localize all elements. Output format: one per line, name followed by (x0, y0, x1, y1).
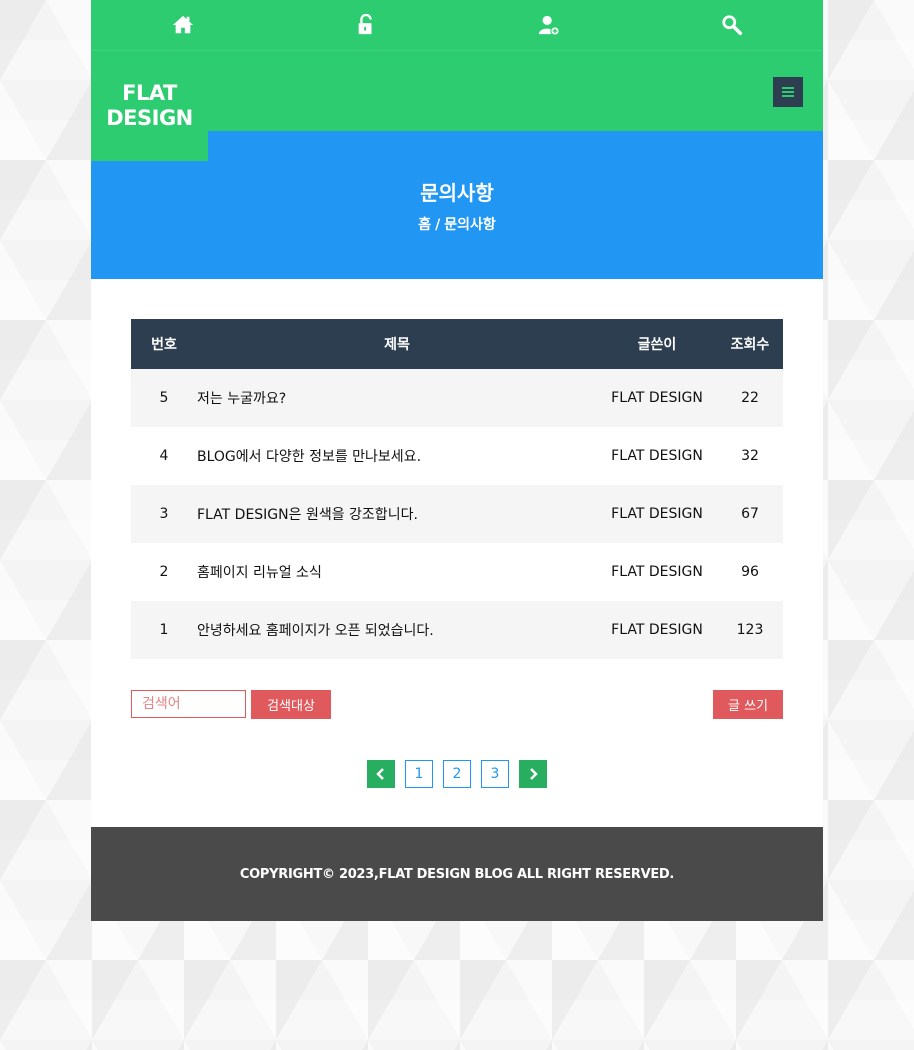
user-add-icon (538, 15, 560, 36)
nav-search-button[interactable] (640, 0, 823, 50)
logo-line-1: FLAT (122, 81, 177, 105)
row-writer: FLAT DESIGN (597, 601, 717, 659)
page-container: FLAT DESIGN 문의사항 홈/문의사항 번호 제목 글쓴이 조회수 (91, 0, 823, 921)
page-title: 문의사항 (420, 181, 494, 205)
row-no: 1 (131, 601, 197, 659)
row-title-link[interactable]: BLOG에서 다양한 정보를 만나보세요. (197, 427, 597, 485)
search-bar: 검색대상 글 쓰기 (131, 690, 783, 720)
row-no: 3 (131, 485, 197, 543)
row-title-link[interactable]: FLAT DESIGN은 원색을 강조합니다. (197, 485, 597, 543)
row-writer: FLAT DESIGN (611, 564, 703, 580)
breadcrumb-home[interactable]: 홈 (418, 217, 431, 233)
header-title: 제목 (197, 319, 597, 369)
row-no: 5 (131, 369, 197, 427)
chevron-left-icon (376, 768, 384, 780)
unlock-icon (358, 14, 372, 35)
table-row: 2 홈페이지 리뉴얼 소식 FLAT DESIGN 96 (131, 543, 783, 601)
write-post-button[interactable]: 글 쓰기 (713, 690, 783, 719)
menu-toggle-button[interactable] (773, 77, 803, 107)
site-logo[interactable]: FLAT DESIGN (91, 51, 208, 161)
row-no: 2 (159, 564, 169, 580)
search-target-button[interactable]: 검색대상 (251, 690, 331, 719)
nav-login-button[interactable] (274, 0, 457, 50)
row-no: 4 (159, 448, 169, 464)
row-writer: FLAT DESIGN (597, 485, 717, 543)
row-writer: FLAT DESIGN (597, 369, 717, 427)
hamburger-menu-icon (782, 87, 794, 97)
board-section: 번호 제목 글쓴이 조회수 5 저는 누굴까요? FLAT DESIGN 22 … (91, 279, 823, 827)
breadcrumb-current: 문의사항 (444, 217, 496, 233)
logo-line-2: DESIGN (106, 106, 193, 130)
next-page-button[interactable] (519, 760, 547, 788)
table-row: 3 FLAT DESIGN은 원색을 강조합니다. FLAT DESIGN 67 (131, 485, 783, 543)
header-no: 번호 (131, 319, 197, 369)
home-icon (172, 15, 193, 34)
board-table: 번호 제목 글쓴이 조회수 5 저는 누굴까요? FLAT DESIGN 22 … (131, 319, 783, 659)
search-input[interactable] (131, 690, 246, 718)
header-writer: 글쓴이 (597, 319, 717, 369)
row-views: 67 (717, 485, 783, 543)
table-header-row: 번호 제목 글쓴이 조회수 (131, 319, 783, 369)
page-1-button[interactable]: 1 (405, 760, 433, 788)
chevron-right-icon (530, 768, 538, 780)
table-row: 1 안녕하세요 홈페이지가 오픈 되었습니다. FLAT DESIGN 123 (131, 601, 783, 659)
page-2-button[interactable]: 2 (443, 760, 471, 788)
row-views: 32 (741, 448, 759, 464)
row-views: 96 (741, 564, 759, 580)
header-views: 조회수 (717, 319, 783, 369)
site-header: FLAT DESIGN (91, 51, 823, 161)
breadcrumb: 홈 / 문의사항 (91, 214, 823, 234)
row-title-link[interactable]: 저는 누굴까요? (197, 369, 597, 427)
table-row: 5 저는 누굴까요? FLAT DESIGN 22 (131, 369, 783, 427)
top-nav (91, 0, 823, 51)
prev-page-button[interactable] (367, 760, 395, 788)
table-row: 4 BLOG에서 다양한 정보를 만나보세요. FLAT DESIGN 32 (131, 427, 783, 485)
page-3-button[interactable]: 3 (481, 760, 509, 788)
row-title-link[interactable]: 홈페이지 리뉴얼 소식 (197, 543, 597, 601)
copyright-text: COPYRIGHT© 2023,FLAT DESIGN BLOG ALL RIG… (239, 866, 675, 882)
site-footer: COPYRIGHT© 2023,FLAT DESIGN BLOG ALL RIG… (91, 827, 823, 921)
row-views: 22 (717, 369, 783, 427)
nav-home-button[interactable] (91, 0, 274, 50)
breadcrumb-separator: / (435, 217, 441, 233)
pagination: 1 2 3 (91, 760, 823, 788)
row-title-link[interactable]: 안녕하세요 홈페이지가 오픈 되었습니다. (197, 601, 597, 659)
row-writer: FLAT DESIGN (611, 448, 703, 464)
nav-join-button[interactable] (457, 0, 640, 50)
row-views: 123 (717, 601, 783, 659)
search-icon (721, 15, 742, 36)
